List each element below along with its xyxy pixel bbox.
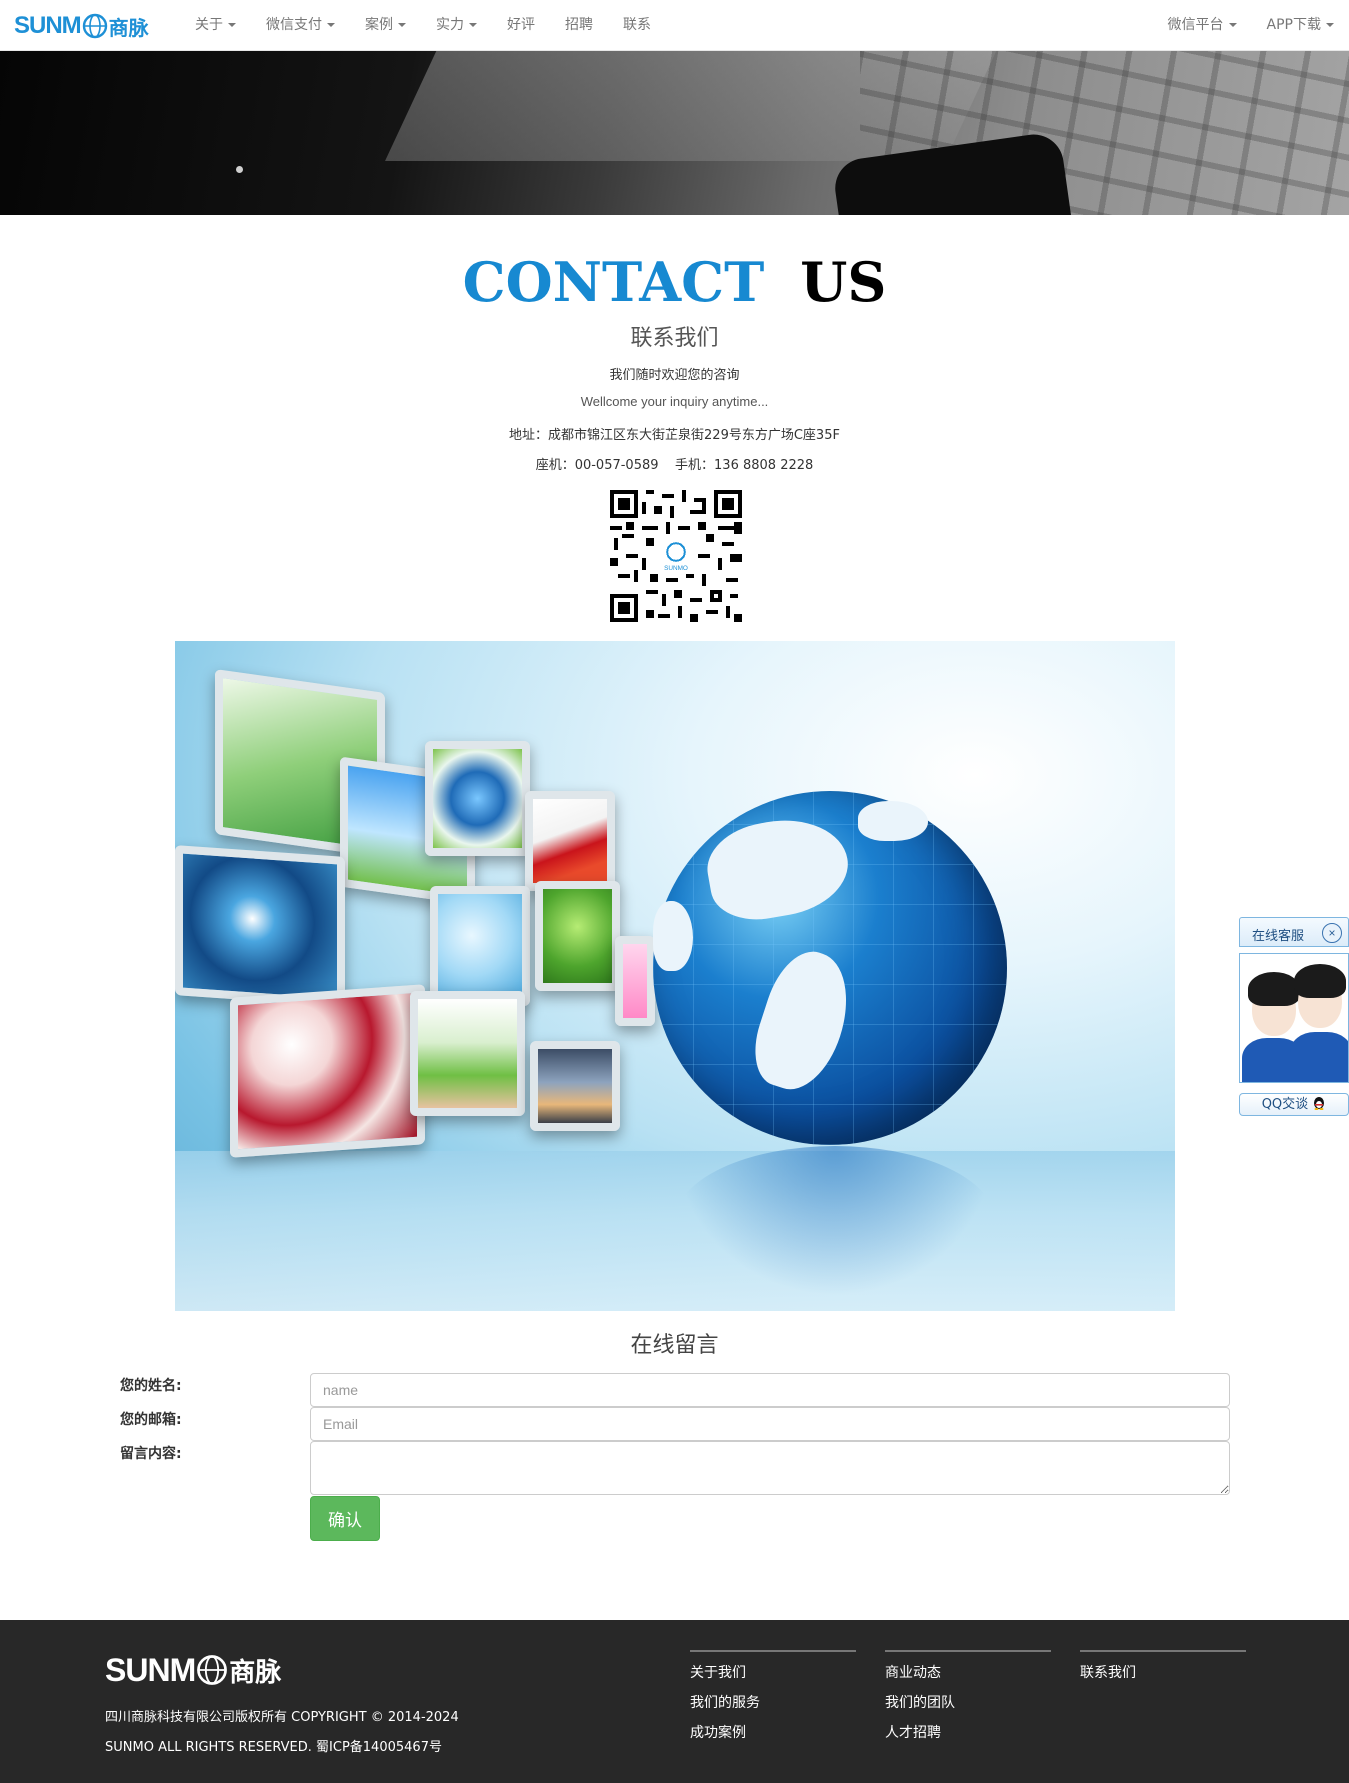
content-label: 留言内容: xyxy=(120,1446,182,1462)
nav-label: 好评 xyxy=(507,17,535,33)
nav-label: 联系 xyxy=(623,17,651,33)
qr-center-label: SUNMO xyxy=(664,565,688,572)
footer-copyright: 四川商脉科技有限公司版权所有 COPYRIGHT © 2014-2024 xyxy=(105,1710,459,1725)
contact-title-blue: CONTACT xyxy=(462,250,765,314)
top-navbar: SUNM 商脉 关于 微信支付 案例 实力 好评 招聘 联系 微信平台 APP下… xyxy=(0,0,1349,51)
footer-link-about-us[interactable]: 关于我们 xyxy=(690,1664,856,1682)
close-icon[interactable]: × xyxy=(1322,923,1342,943)
caret-down-icon xyxy=(398,23,406,27)
caret-down-icon xyxy=(327,23,335,27)
caret-down-icon xyxy=(1326,23,1334,27)
globe-media-illustration xyxy=(175,641,1175,1311)
caret-down-icon xyxy=(228,23,236,27)
footer-brand-text-cn: 商脉 xyxy=(229,1657,282,1688)
nav-item-wechat-platform[interactable]: 微信平台 xyxy=(1153,0,1252,50)
welcome-en: Wellcome your inquiry anytime... xyxy=(580,394,769,409)
agent-right-hair xyxy=(1294,964,1346,998)
qq-penguin-icon xyxy=(1314,1097,1325,1110)
qq-widget-header: 在线客服 × xyxy=(1239,917,1349,947)
media-screen-water-drops xyxy=(430,886,530,1006)
media-screen-sunset xyxy=(530,1041,620,1131)
message-content-textarea[interactable] xyxy=(310,1441,1230,1495)
nav-label: 实力 xyxy=(436,17,464,33)
qq-widget-title: 在线客服 xyxy=(1252,929,1305,944)
globe-logo-icon xyxy=(82,13,107,39)
caret-down-icon xyxy=(469,23,477,27)
nav-label: 关于 xyxy=(195,17,223,33)
agent-left-hair xyxy=(1248,972,1300,1006)
name-label: 您的姓名: xyxy=(120,1378,182,1394)
globe-reflection xyxy=(675,1146,995,1296)
footer-rights: SUNMO ALL RIGHTS RESERVED. 蜀ICP备14005467… xyxy=(105,1740,442,1755)
nav-label: 微信支付 xyxy=(266,17,322,33)
nav-label: APP下载 xyxy=(1266,17,1321,33)
nav-right: 微信平台 APP下载 xyxy=(1153,0,1349,50)
media-screen-red-pepper xyxy=(525,791,615,891)
media-screen-leaf xyxy=(535,881,620,991)
hero-banner xyxy=(0,51,1349,215)
support-agents-image xyxy=(1239,953,1349,1083)
media-screen-monitor-globe xyxy=(425,741,530,856)
media-screen-blue-globe xyxy=(175,845,345,1007)
contact-title-black: US xyxy=(800,250,887,314)
earth-globe xyxy=(653,791,1007,1145)
footer-link-our-team[interactable]: 我们的团队 xyxy=(885,1694,1051,1712)
email-label: 您的邮箱: xyxy=(120,1412,182,1428)
qq-support-widget: 在线客服 × QQ交谈 xyxy=(1239,917,1349,1116)
footer-column-3: 联系我们 xyxy=(1080,1650,1246,1682)
brand-logo[interactable]: SUNM 商脉 xyxy=(14,12,149,40)
footer: SUNM 商脉 四川商脉科技有限公司版权所有 COPYRIGHT © 2014-… xyxy=(0,1620,1349,1783)
qr-code-icon: SUNMO xyxy=(610,490,742,622)
nav-item-strength[interactable]: 实力 xyxy=(421,0,492,50)
media-screen-pink-flower xyxy=(615,936,655,1026)
message-form-title: 在线留言 xyxy=(630,1333,719,1358)
contact-title: CONTACT US xyxy=(0,250,1349,314)
nav-item-app-download[interactable]: APP下载 xyxy=(1252,0,1349,50)
nav-label: 招聘 xyxy=(565,17,593,33)
phone-text: 座机：00-057-0589 手机：136 8808 2228 xyxy=(535,458,814,473)
submit-button[interactable]: 确认 xyxy=(310,1496,380,1541)
nav-item-about[interactable]: 关于 xyxy=(180,0,251,50)
hero-light-dot xyxy=(236,166,243,173)
footer-link-recruitment[interactable]: 人才招聘 xyxy=(885,1724,1051,1742)
footer-column-1: 关于我们 我们的服务 成功案例 xyxy=(690,1650,856,1742)
footer-logo[interactable]: SUNM 商脉 xyxy=(105,1650,281,1690)
reflective-floor xyxy=(175,1151,1175,1311)
nav-left: 关于 微信支付 案例 实力 好评 招聘 联系 xyxy=(180,0,666,50)
brand-text-cn: 商脉 xyxy=(108,15,149,40)
name-input[interactable] xyxy=(310,1373,1230,1407)
brand-text: SUNM xyxy=(14,12,82,39)
footer-link-our-services[interactable]: 我们的服务 xyxy=(690,1694,856,1712)
nav-item-cases[interactable]: 案例 xyxy=(350,0,421,50)
qq-talk-label: QQ交谈 xyxy=(1261,1097,1309,1112)
contact-title-cn: 联系我们 xyxy=(630,326,719,351)
email-input[interactable] xyxy=(310,1407,1230,1441)
nav-item-contact[interactable]: 联系 xyxy=(608,0,666,50)
nav-label: 微信平台 xyxy=(1167,17,1224,33)
footer-link-business-news[interactable]: 商业动态 xyxy=(885,1664,1051,1682)
agent-right-suit xyxy=(1290,1032,1348,1082)
footer-globe-logo-icon xyxy=(197,1655,228,1685)
welcome-cn: 我们随时欢迎您的咨询 xyxy=(609,368,740,383)
nav-item-wechat-pay[interactable]: 微信支付 xyxy=(251,0,350,50)
nav-label: 案例 xyxy=(365,17,393,33)
nav-item-reviews[interactable]: 好评 xyxy=(492,0,550,50)
nav-item-jobs[interactable]: 招聘 xyxy=(550,0,608,50)
footer-link-success-cases[interactable]: 成功案例 xyxy=(690,1724,856,1742)
footer-link-contact-us[interactable]: 联系我们 xyxy=(1080,1664,1246,1682)
globe-africa-edge xyxy=(653,901,693,971)
media-screen-pomegranate xyxy=(230,984,425,1158)
footer-brand-text: SUNM xyxy=(105,1651,196,1688)
globe-greenland xyxy=(858,801,928,841)
caret-down-icon xyxy=(1228,23,1237,27)
qq-talk-button[interactable]: QQ交谈 xyxy=(1239,1093,1349,1116)
media-screen-green-earth-hand xyxy=(410,991,525,1116)
address-text: 地址：成都市锦江区东大街芷泉街229号东方广场C座35F xyxy=(509,428,840,443)
footer-column-2: 商业动态 我们的团队 人才招聘 xyxy=(885,1650,1051,1742)
